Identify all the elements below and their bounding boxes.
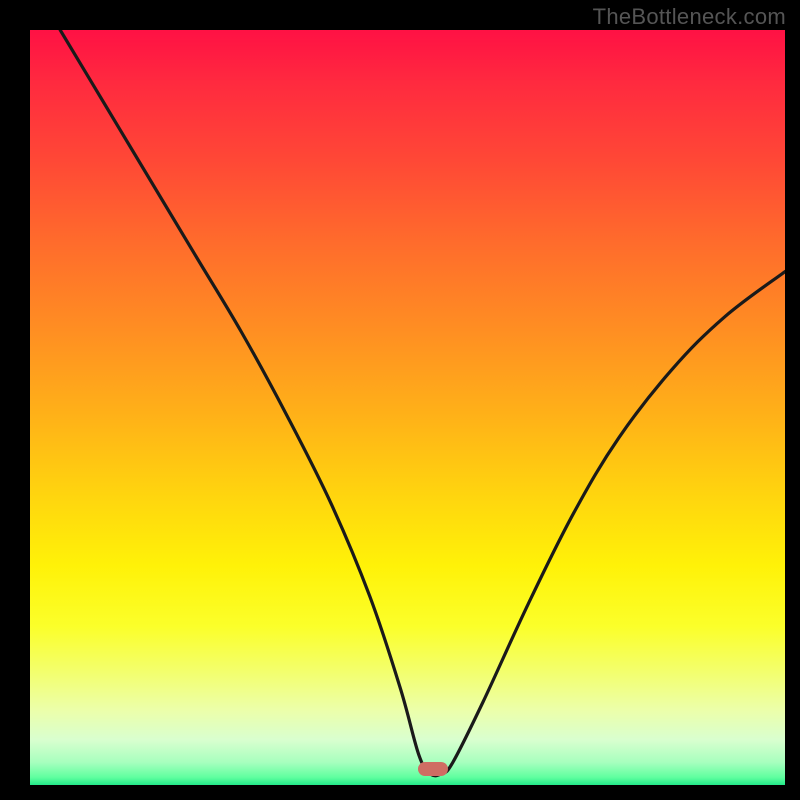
curve-layer: [30, 30, 785, 785]
optimal-point-marker: [418, 762, 448, 776]
bottleneck-curve: [60, 30, 785, 776]
chart-frame: TheBottleneck.com: [0, 0, 800, 800]
plot-area: [30, 30, 785, 785]
watermark-text: TheBottleneck.com: [593, 4, 786, 30]
